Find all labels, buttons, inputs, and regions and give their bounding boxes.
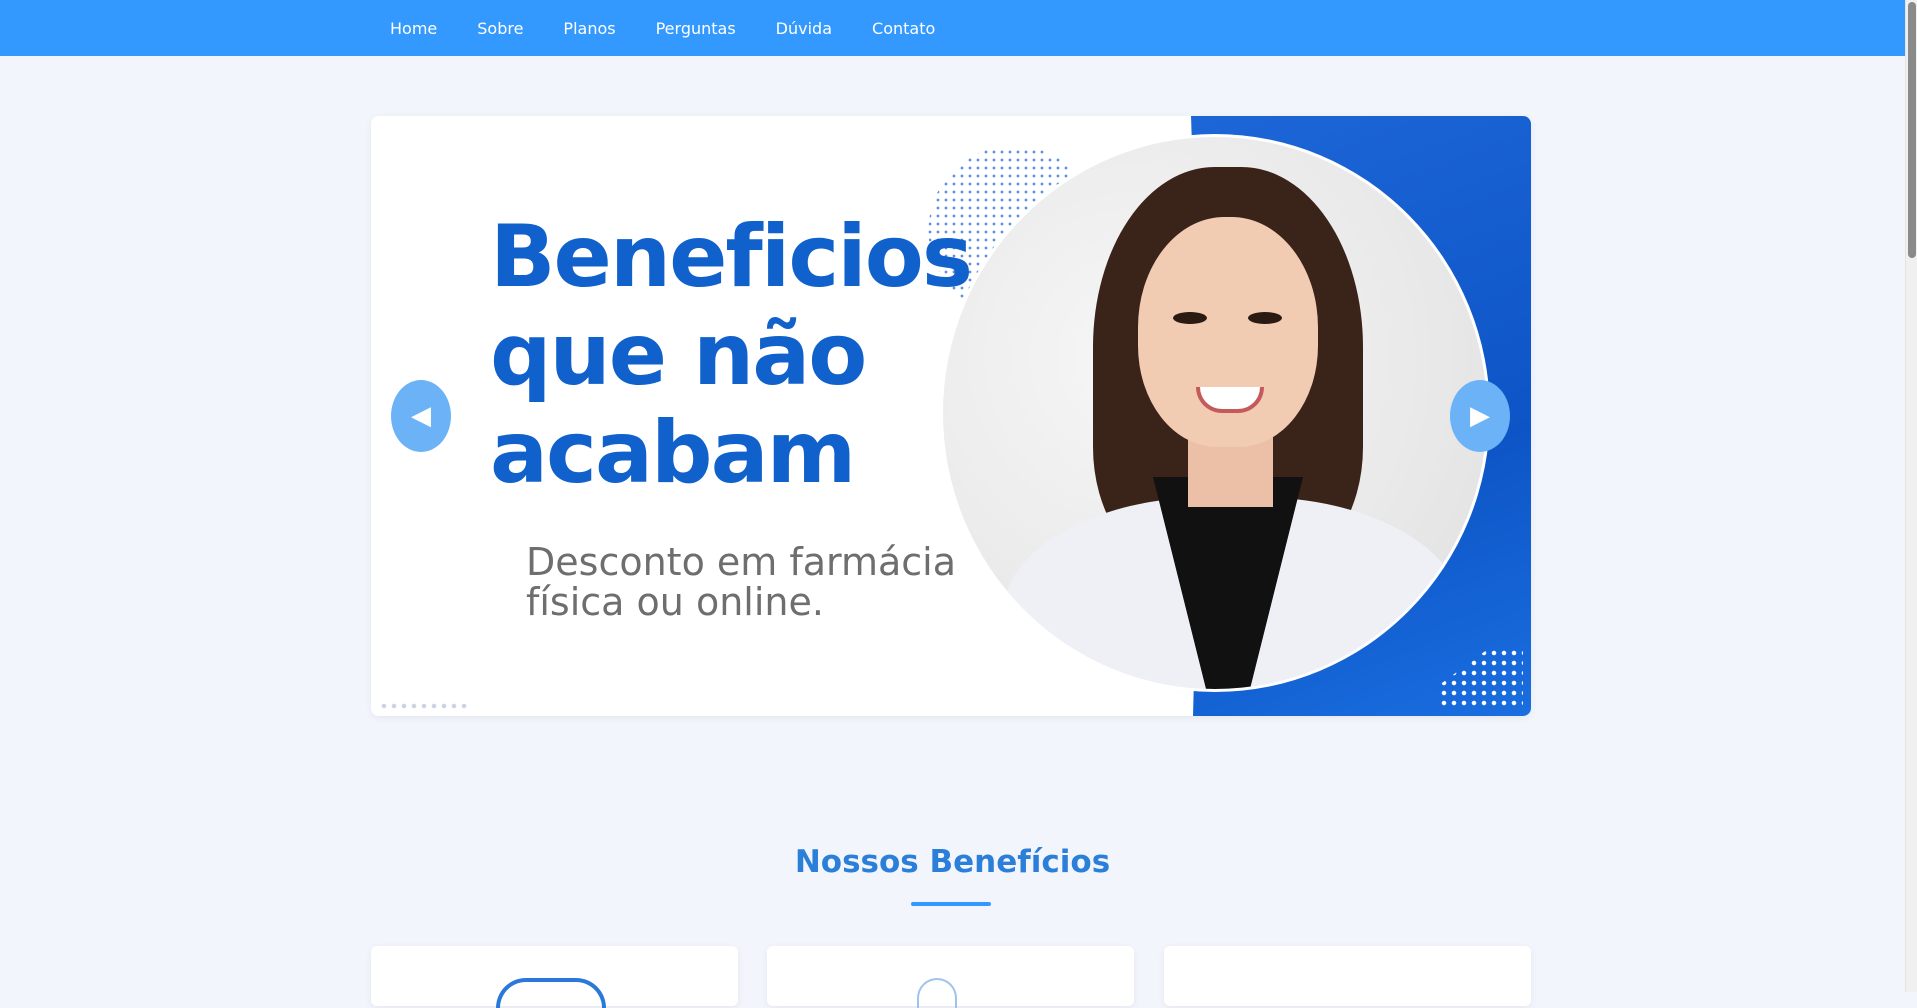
nav-link-home[interactable]: Home <box>390 19 437 38</box>
benefit-card[interactable] <box>1164 946 1531 1006</box>
portrait-face <box>1138 217 1318 447</box>
carousel-indicator-dots[interactable] <box>379 703 469 709</box>
benefit-card[interactable] <box>371 946 738 1008</box>
arrow-left-icon: ◀ <box>411 401 431 431</box>
benefit-icon <box>496 978 606 1008</box>
portrait-smile <box>1196 387 1264 413</box>
top-navbar: Home Sobre Planos Perguntas Dúvida Conta… <box>0 0 1905 56</box>
nav-link-planos[interactable]: Planos <box>563 19 615 38</box>
portrait-right-eye <box>1248 312 1282 324</box>
hero-subtitle: Desconto em farmácia física ou online. <box>526 540 957 624</box>
nav-link-duvida[interactable]: Dúvida <box>776 19 832 38</box>
scrollbar-thumb[interactable] <box>1908 2 1916 258</box>
hero-carousel: Beneficios que não acabam Desconto em fa… <box>371 116 1531 716</box>
hero-title: Beneficios que não acabam <box>490 207 973 503</box>
hero-portrait-image <box>940 134 1490 692</box>
nav-link-perguntas[interactable]: Perguntas <box>656 19 736 38</box>
carousel-prev-button[interactable]: ◀ <box>391 380 451 452</box>
portrait-left-eye <box>1173 312 1207 324</box>
benefits-section-title: Nossos Benefícios <box>794 844 1111 880</box>
nav-link-contato[interactable]: Contato <box>872 19 935 38</box>
benefit-icon <box>917 978 957 1008</box>
nav-link-sobre[interactable]: Sobre <box>477 19 523 38</box>
benefit-card[interactable] <box>767 946 1134 1008</box>
section-title-underline <box>911 902 991 906</box>
arrow-right-icon: ▶ <box>1470 401 1490 431</box>
carousel-next-button[interactable]: ▶ <box>1450 380 1510 452</box>
page-scrollbar[interactable] <box>1905 0 1917 992</box>
